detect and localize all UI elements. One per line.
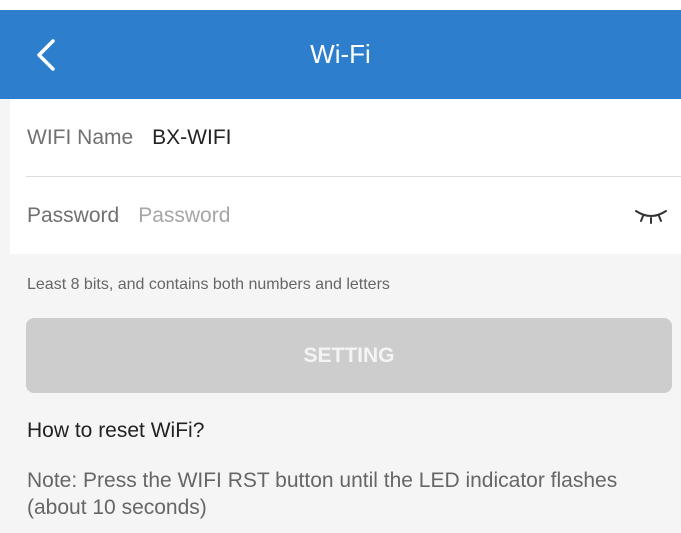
wifi-name-label: WIFI Name: [27, 126, 134, 149]
reset-note: Note: Press the WIFI RST button until th…: [27, 469, 618, 519]
password-row: Password: [10, 177, 681, 254]
top-strip: [0, 0, 681, 10]
password-visibility-toggle[interactable]: [631, 201, 671, 231]
setting-button[interactable]: SETTING: [26, 318, 672, 393]
wifi-settings-screen: Wi-Fi WIFI Name BX-WIFI Password Least 8…: [0, 0, 681, 533]
wifi-form: WIFI Name BX-WIFI Password: [10, 99, 681, 254]
password-label: Password: [27, 203, 120, 227]
reset-wifi-heading: How to reset WiFi?: [27, 419, 205, 442]
wifi-name-value: BX-WIFI: [152, 126, 232, 149]
eye-closed-icon: [635, 210, 667, 224]
page-title: Wi-Fi: [310, 39, 371, 69]
app-bar: Wi-Fi: [0, 10, 681, 99]
password-input[interactable]: [138, 203, 569, 228]
wifi-name-row: WIFI Name BX-WIFI: [10, 99, 681, 177]
password-hint: Least 8 bits, and contains both numbers …: [27, 276, 390, 293]
